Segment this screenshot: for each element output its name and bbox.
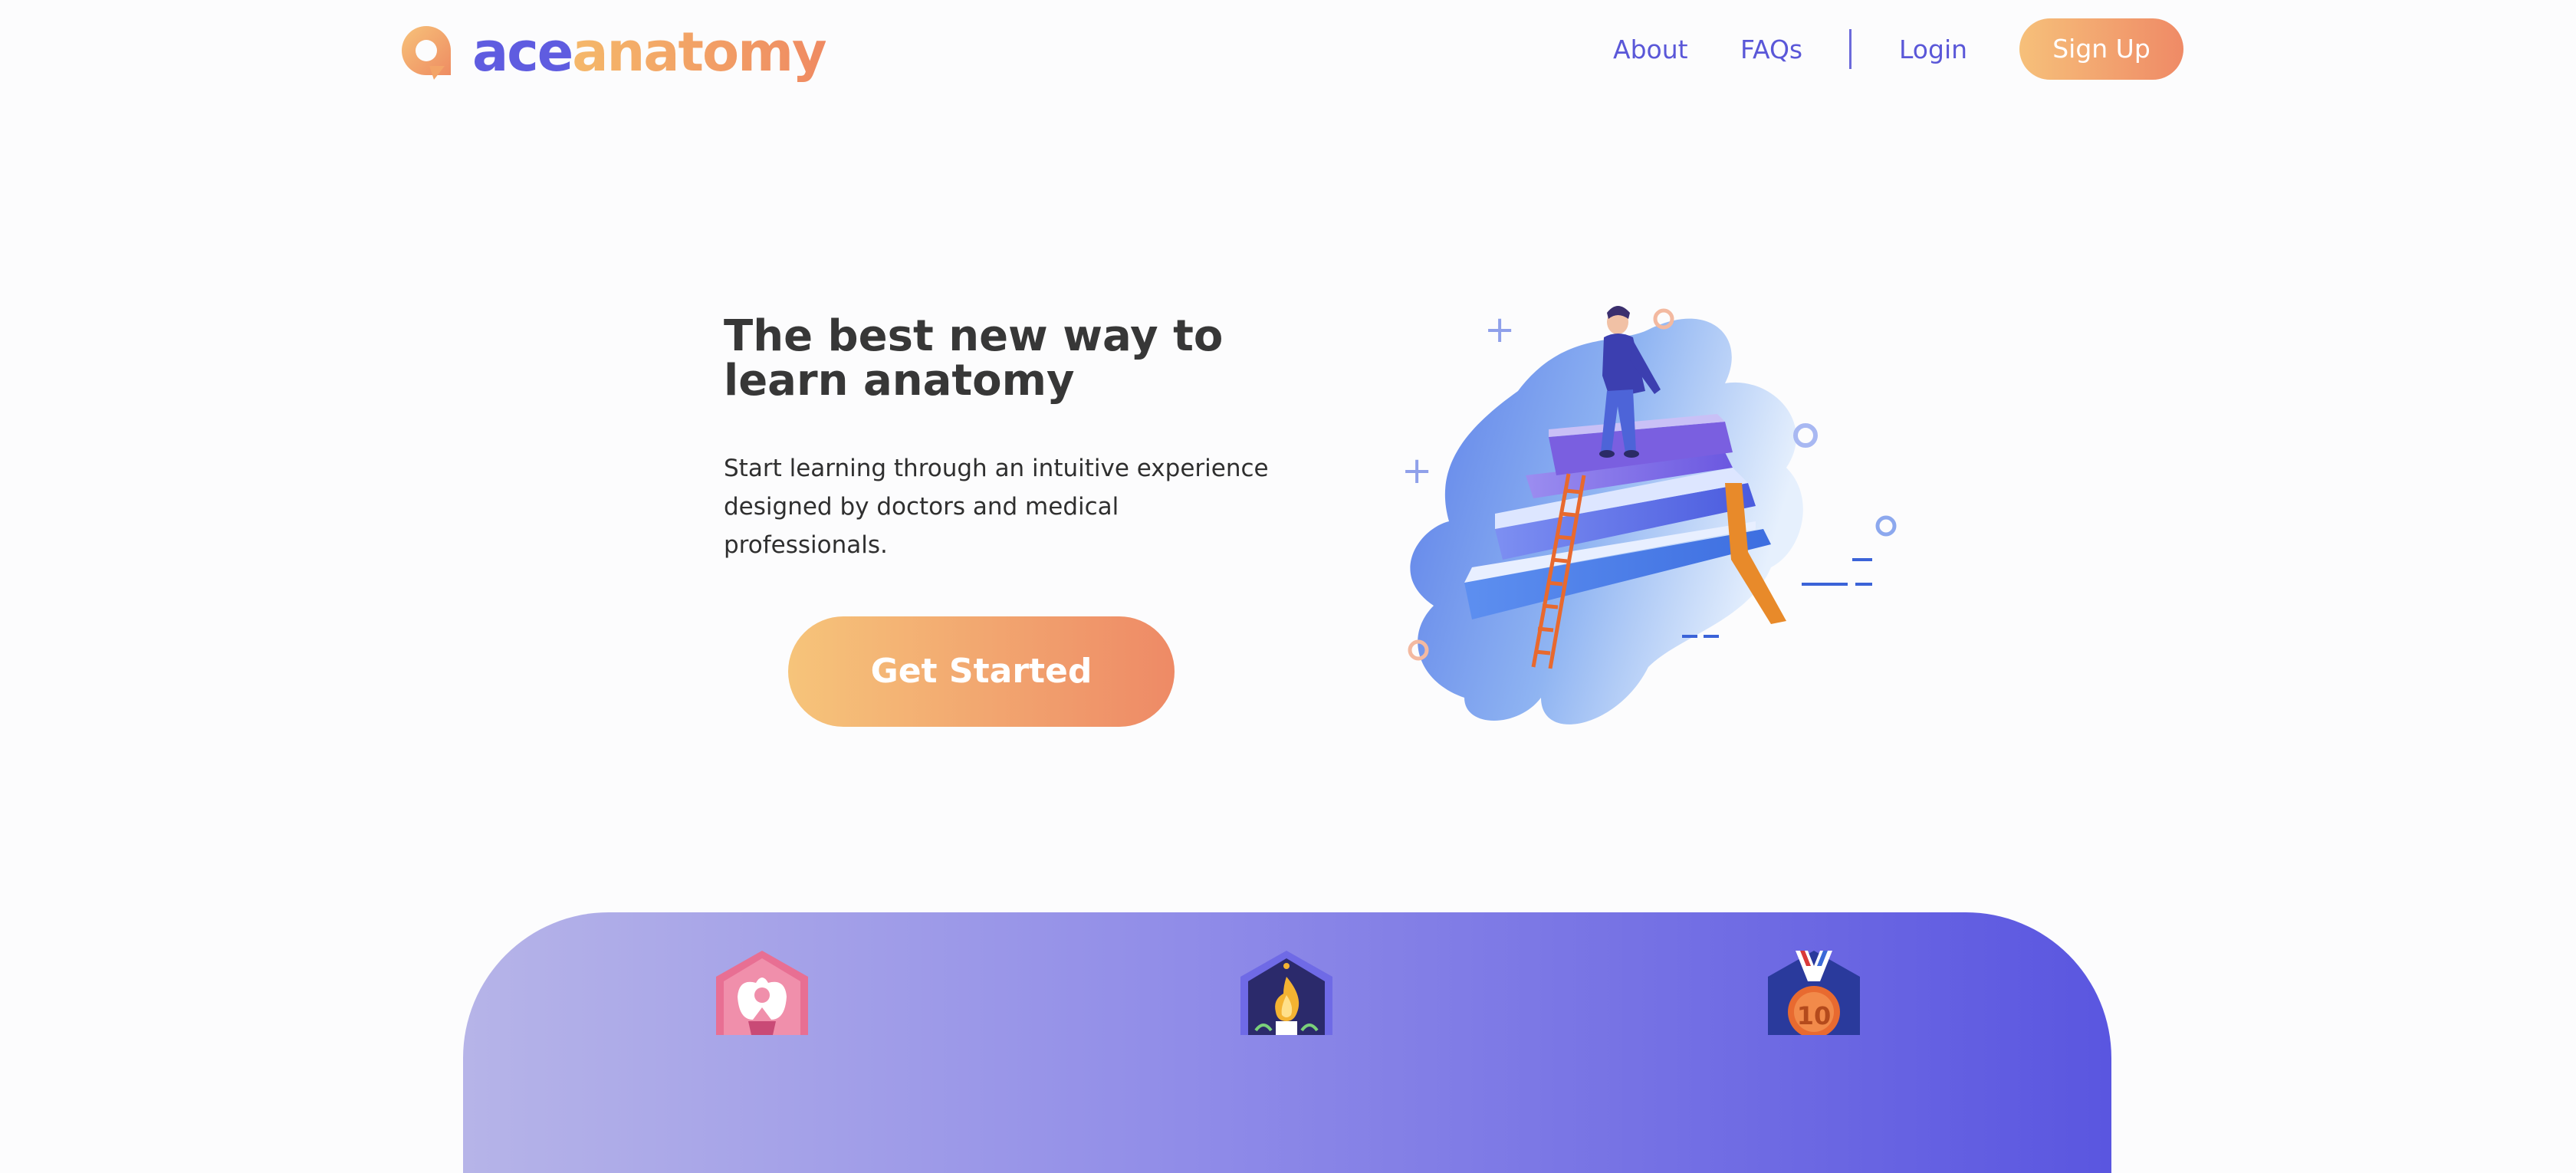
brand-name-part2: anatomy	[572, 21, 826, 84]
logo-a-icon	[402, 26, 451, 80]
nav-login-link[interactable]: Login	[1899, 18, 1967, 81]
brand-name-part1: ace	[472, 21, 573, 84]
person-on-books-illustration: + +	[1401, 306, 1897, 724]
brand-name: aceanatomy	[472, 25, 827, 79]
signup-button[interactable]: Sign Up	[2019, 18, 2183, 80]
hero-description: Start learning through an intuitive expe…	[724, 455, 1269, 559]
svg-text:+: +	[1484, 308, 1515, 351]
brand-logo[interactable]: aceanatomy	[399, 21, 827, 83]
get-started-button[interactable]: Get Started	[788, 616, 1175, 727]
nav-divider	[1849, 29, 1852, 69]
svg-text:+: +	[1401, 449, 1432, 492]
nav-faqs-link[interactable]: FAQs	[1740, 18, 1802, 81]
svg-text:10: 10	[1797, 1001, 1832, 1030]
pelvis-badge-icon	[716, 951, 808, 1035]
hero-title: The best new way to learn anatomy	[724, 311, 1224, 406]
nav-about-link[interactable]: About	[1613, 18, 1688, 81]
medal-badge-icon: 10	[1768, 951, 1860, 1035]
flame-badge-icon	[1240, 951, 1332, 1035]
